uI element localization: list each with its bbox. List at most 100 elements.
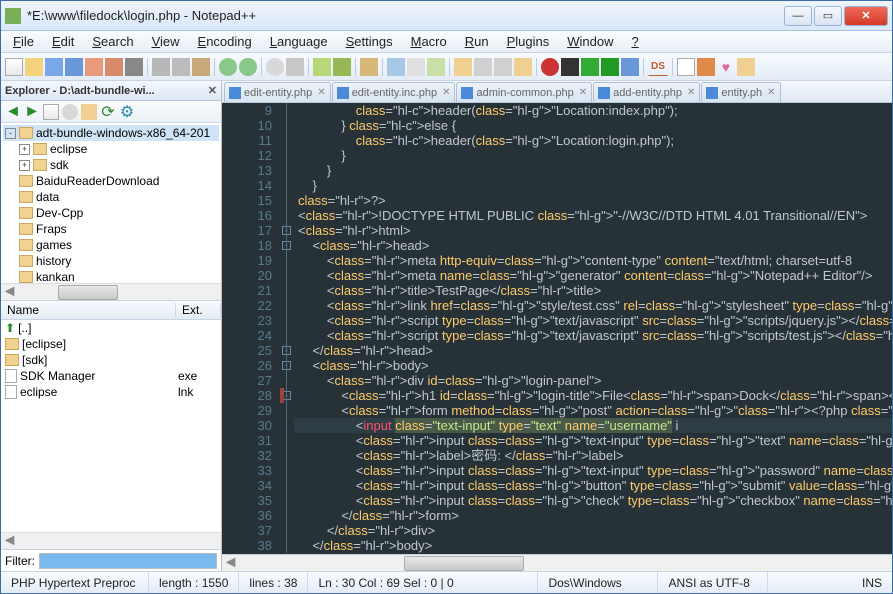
menu-search[interactable]: Search: [84, 32, 141, 51]
show-chars-icon[interactable]: [407, 58, 425, 76]
save-icon[interactable]: [45, 58, 63, 76]
tree-item[interactable]: Fraps: [3, 221, 219, 237]
file-icon: [5, 385, 17, 399]
redo-icon[interactable]: [239, 58, 257, 76]
tab[interactable]: entity.ph✕: [701, 82, 780, 102]
tree-scrollbar[interactable]: ◄: [1, 283, 221, 300]
macro-play-multi-icon[interactable]: [601, 58, 619, 76]
col-name[interactable]: Name: [1, 303, 176, 317]
menu-edit[interactable]: Edit: [44, 32, 82, 51]
print-icon[interactable]: [125, 58, 143, 76]
replace-icon[interactable]: [286, 58, 304, 76]
undo-icon[interactable]: [219, 58, 237, 76]
menu-settings[interactable]: Settings: [338, 32, 401, 51]
next-icon[interactable]: ►: [24, 104, 40, 120]
spell-icon[interactable]: [677, 58, 695, 76]
menu-language[interactable]: Language: [262, 32, 336, 51]
tree-item[interactable]: history: [3, 253, 219, 269]
macro-stop-icon[interactable]: [561, 58, 579, 76]
menu-macro[interactable]: Macro: [403, 32, 455, 51]
doc-map-icon[interactable]: [474, 58, 492, 76]
filelist-scrollbar[interactable]: ◄: [1, 532, 221, 549]
menu-view[interactable]: View: [144, 32, 188, 51]
close-file-icon[interactable]: [85, 58, 103, 76]
copy-icon[interactable]: [172, 58, 190, 76]
menu-plugins[interactable]: Plugins: [499, 32, 558, 51]
maximize-button[interactable]: ▭: [814, 6, 842, 26]
tree-item[interactable]: BaiduReaderDownload: [3, 173, 219, 189]
code-editor[interactable]: 9101112131415161718192021222324252627282…: [222, 103, 892, 554]
new-file-icon[interactable]: [5, 58, 23, 76]
indent-guide-icon[interactable]: [427, 58, 445, 76]
tab[interactable]: edit-entity.inc.php✕: [332, 82, 456, 102]
sync-icon[interactable]: [360, 58, 378, 76]
close-button[interactable]: ✕: [844, 6, 888, 26]
folder-icon: [33, 143, 47, 155]
fold-column[interactable]: -----: [280, 103, 294, 554]
macro-record-icon[interactable]: [541, 58, 559, 76]
save-all-icon[interactable]: [65, 58, 83, 76]
menu-run[interactable]: Run: [457, 32, 497, 51]
user-lang-icon[interactable]: [454, 58, 472, 76]
tree-item[interactable]: +sdk: [3, 157, 219, 173]
titlebar[interactable]: *E:\www\filedock\login.php - Notepad++ —…: [1, 1, 892, 31]
tree-item[interactable]: +eclipse: [3, 141, 219, 157]
file-row[interactable]: [sdk]: [1, 352, 221, 368]
minimize-button[interactable]: —: [784, 6, 812, 26]
tab[interactable]: edit-entity.php✕: [224, 82, 331, 102]
tab-close-icon[interactable]: ✕: [687, 87, 695, 98]
menu-encoding[interactable]: Encoding: [190, 32, 260, 51]
tree-item[interactable]: Dev-Cpp: [3, 205, 219, 221]
file-list-header[interactable]: Name Ext.: [1, 300, 221, 320]
tab-close-icon[interactable]: ✕: [767, 87, 775, 98]
find-in-files-icon[interactable]: [62, 104, 78, 120]
explorer-header[interactable]: Explorer - D:\adt-bundle-wi... ✕: [1, 81, 221, 101]
tab-close-icon[interactable]: ✕: [317, 87, 325, 98]
open-file-icon[interactable]: [25, 58, 43, 76]
macro-save-icon[interactable]: [621, 58, 639, 76]
zoom-out-icon[interactable]: [333, 58, 351, 76]
settings-icon[interactable]: ⚙: [119, 104, 135, 120]
folder-view-icon[interactable]: [81, 104, 97, 120]
ds-icon[interactable]: DS: [648, 58, 668, 76]
code-content[interactable]: class="hl-c">header(class="hl-g">"Locati…: [294, 103, 892, 554]
explorer-close-icon[interactable]: ✕: [208, 84, 217, 97]
find-icon[interactable]: [266, 58, 284, 76]
col-ext[interactable]: Ext.: [176, 303, 221, 317]
explorer-toggle-icon[interactable]: [737, 58, 755, 76]
file-row[interactable]: eclipselnk: [1, 384, 221, 400]
editor-scrollbar[interactable]: ◄: [222, 554, 892, 571]
tree-item[interactable]: -adt-bundle-windows-x86_64-201: [3, 125, 219, 141]
heart-icon[interactable]: ♥: [717, 58, 735, 76]
tab[interactable]: add-entity.php✕: [593, 82, 700, 102]
tab-close-icon[interactable]: ✕: [579, 87, 587, 98]
paste-icon[interactable]: [192, 58, 210, 76]
tab-bar[interactable]: edit-entity.php✕edit-entity.inc.php✕admi…: [222, 81, 892, 103]
file-list[interactable]: ⬆[..][eclipse][sdk]SDK Managerexeeclipse…: [1, 320, 221, 532]
folder-tree[interactable]: -adt-bundle-windows-x86_64-201+eclipse+s…: [1, 123, 221, 283]
compare-icon[interactable]: [697, 58, 715, 76]
file-row[interactable]: SDK Managerexe: [1, 368, 221, 384]
filter-input[interactable]: [39, 553, 217, 569]
tree-item[interactable]: games: [3, 237, 219, 253]
cut-icon[interactable]: [152, 58, 170, 76]
line-gutter[interactable]: 9101112131415161718192021222324252627282…: [222, 103, 280, 554]
file-row[interactable]: ⬆[..]: [1, 320, 221, 336]
func-list-icon[interactable]: [494, 58, 512, 76]
menu-?[interactable]: ?: [623, 32, 646, 51]
tab-close-icon[interactable]: ✕: [442, 87, 450, 98]
menu-window[interactable]: Window: [559, 32, 621, 51]
tree-item[interactable]: data: [3, 189, 219, 205]
macro-play-icon[interactable]: [581, 58, 599, 76]
folder-icon[interactable]: [514, 58, 532, 76]
zoom-in-icon[interactable]: [313, 58, 331, 76]
refresh-icon[interactable]: ⟳: [100, 104, 116, 120]
tab[interactable]: admin-common.php✕: [456, 82, 592, 102]
menu-file[interactable]: File: [5, 32, 42, 51]
close-all-icon[interactable]: [105, 58, 123, 76]
word-wrap-icon[interactable]: [387, 58, 405, 76]
prev-icon[interactable]: ◄: [5, 104, 21, 120]
new-folder-icon[interactable]: [43, 104, 59, 120]
tree-item[interactable]: kankan: [3, 269, 219, 283]
file-row[interactable]: [eclipse]: [1, 336, 221, 352]
